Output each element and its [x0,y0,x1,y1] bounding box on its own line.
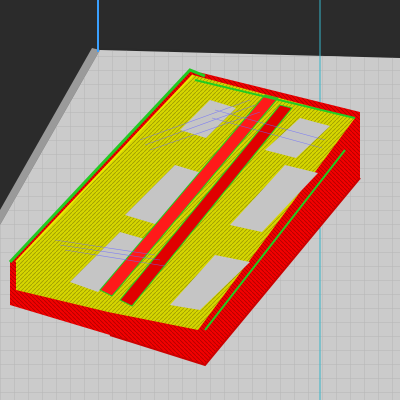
3d-viewport[interactable] [0,0,400,400]
print-preview-scene[interactable] [0,0,400,400]
